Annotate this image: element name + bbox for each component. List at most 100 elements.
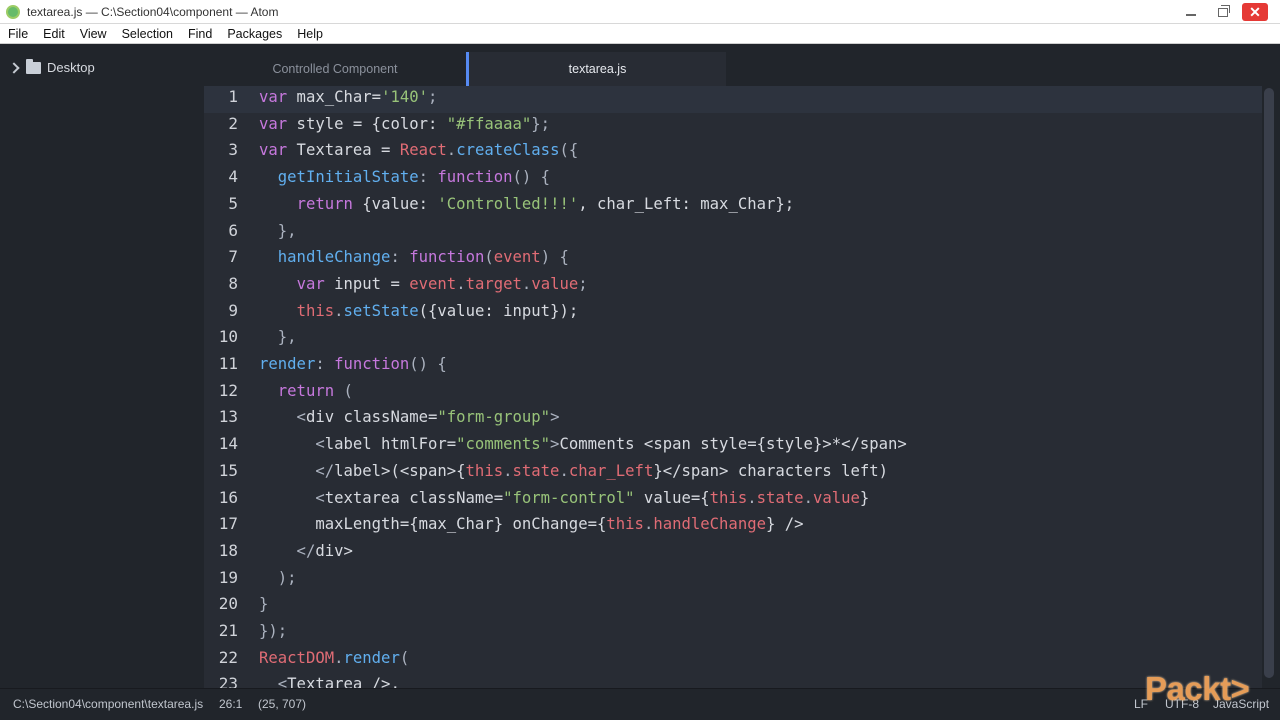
line-number[interactable]: 21 bbox=[219, 618, 238, 645]
code-token: . bbox=[521, 274, 532, 293]
minimize-button[interactable] bbox=[1178, 3, 1204, 21]
tab-textarea-js[interactable]: textarea.js bbox=[466, 52, 726, 86]
menu-packages[interactable]: Packages bbox=[225, 27, 284, 41]
code-token: ( bbox=[399, 648, 410, 667]
line-number[interactable]: 3 bbox=[228, 137, 238, 164]
line-number-gutter[interactable]: 1 2 3 4 5 6 7 8 9 10 11 12 13 14 15 16 17 18 19 20 21 22 23 bbox=[204, 86, 254, 688]
code-token: return bbox=[277, 381, 335, 400]
code-line[interactable]: this.setState({value: input}); bbox=[259, 298, 579, 325]
line-number[interactable]: 1 bbox=[228, 86, 238, 111]
code-token: var bbox=[259, 141, 288, 160]
code-line[interactable]: </label>(<span>{this.state.char_Left}</s… bbox=[259, 458, 888, 485]
menu-help[interactable]: Help bbox=[295, 27, 325, 41]
menu-file[interactable]: File bbox=[6, 27, 30, 41]
code-token: < bbox=[259, 435, 325, 454]
line-number[interactable]: 13 bbox=[219, 404, 238, 431]
code-line[interactable]: getInitialState: function() { bbox=[259, 164, 550, 191]
line-number[interactable]: 23 bbox=[219, 671, 238, 688]
code-token: ( bbox=[484, 248, 494, 267]
code-line[interactable]: }); bbox=[259, 618, 287, 645]
line-number[interactable]: 2 bbox=[228, 111, 238, 138]
status-cursor-position[interactable]: 26:1 bbox=[219, 697, 242, 711]
code-token: style = {color: bbox=[287, 114, 447, 133]
code-token: var bbox=[259, 88, 288, 106]
code-line[interactable]: var input = event.target.value; bbox=[259, 271, 588, 298]
code-token: React bbox=[399, 141, 447, 160]
line-number[interactable]: 17 bbox=[219, 511, 238, 538]
close-button[interactable]: ✕ bbox=[1242, 3, 1268, 21]
line-number[interactable]: 12 bbox=[219, 378, 238, 405]
code-token: . bbox=[559, 461, 569, 480]
code-line[interactable]: render: function() { bbox=[259, 351, 447, 378]
code-line[interactable]: <Textarea />, bbox=[259, 671, 400, 688]
code-token: < bbox=[259, 408, 306, 427]
line-number[interactable]: 11 bbox=[219, 351, 238, 378]
line-number[interactable]: 10 bbox=[219, 324, 238, 351]
status-coordinates: (25, 707) bbox=[258, 697, 307, 711]
code-line[interactable]: <textarea className="form-control" value… bbox=[259, 485, 869, 512]
code-line[interactable]: handleChange: function(event) { bbox=[259, 244, 569, 271]
code-line[interactable]: }, bbox=[259, 218, 297, 245]
vertical-scrollbar[interactable] bbox=[1262, 86, 1280, 688]
code-line[interactable]: <label htmlFor="comments">Comments <span… bbox=[259, 431, 906, 458]
line-number[interactable]: 14 bbox=[219, 431, 238, 458]
code-token: return bbox=[296, 194, 353, 213]
menu-edit[interactable]: Edit bbox=[41, 27, 67, 41]
line-number[interactable]: 6 bbox=[228, 218, 238, 245]
chevron-right-icon[interactable] bbox=[8, 61, 20, 74]
code-token: ; bbox=[428, 88, 438, 106]
tree-root-folder[interactable]: Desktop bbox=[8, 58, 95, 75]
code-token: textarea className= bbox=[324, 488, 504, 507]
maximize-button[interactable] bbox=[1210, 3, 1236, 21]
code-token: event bbox=[409, 274, 457, 293]
code-line[interactable]: var max_Char='140'; bbox=[259, 86, 437, 111]
line-number[interactable]: 9 bbox=[228, 298, 238, 325]
menu-view[interactable]: View bbox=[78, 27, 109, 41]
code-line[interactable]: return {value: 'Controlled!!!', char_Lef… bbox=[259, 191, 795, 218]
code-editor[interactable]: 1 2 3 4 5 6 7 8 9 10 11 12 13 14 15 16 17 18 19 20 21 22 23 va… bbox=[204, 86, 1262, 688]
code-line[interactable]: var style = {color: "#ffaaaa"}; bbox=[259, 111, 550, 138]
line-number[interactable]: 16 bbox=[219, 485, 238, 512]
line-number[interactable]: 18 bbox=[219, 538, 238, 565]
line-number[interactable]: 7 bbox=[228, 244, 238, 271]
line-number[interactable]: 20 bbox=[219, 591, 238, 618]
line-number[interactable]: 22 bbox=[219, 645, 238, 672]
code-token: function bbox=[409, 248, 485, 267]
code-lines[interactable]: var max_Char='140'; var style = {color: "… bbox=[259, 86, 1259, 688]
tab-controlled-component[interactable]: Controlled Component bbox=[204, 52, 466, 86]
code-line[interactable]: ); bbox=[259, 565, 297, 592]
code-token: function bbox=[334, 355, 410, 373]
code-line[interactable]: }, bbox=[259, 324, 297, 351]
code-line[interactable]: maxLength={max_Char} onChange={this.hand… bbox=[259, 511, 803, 538]
code-token: label htmlFor= bbox=[324, 435, 457, 454]
line-number[interactable]: 19 bbox=[219, 565, 238, 592]
menu-selection[interactable]: Selection bbox=[120, 27, 175, 41]
code-line[interactable]: ReactDOM.render( bbox=[259, 645, 409, 672]
code-token: : bbox=[315, 355, 335, 373]
line-number[interactable]: 5 bbox=[228, 191, 238, 218]
code-token: . bbox=[503, 461, 513, 480]
code-token: max_Char= bbox=[287, 88, 382, 106]
status-file-path[interactable]: C:\Section04\component\textarea.js bbox=[13, 697, 203, 711]
code-token: char_Left bbox=[568, 461, 654, 480]
close-icon: ✕ bbox=[1249, 4, 1261, 20]
scrollbar-thumb[interactable] bbox=[1264, 88, 1274, 678]
tree-root-label: Desktop bbox=[47, 60, 95, 75]
code-token: . bbox=[334, 648, 344, 667]
line-number[interactable]: 15 bbox=[219, 458, 238, 485]
code-token: } bbox=[259, 595, 269, 614]
code-line[interactable]: var Textarea = React.createClass({ bbox=[259, 137, 578, 164]
line-number[interactable]: 8 bbox=[228, 271, 238, 298]
code-line[interactable]: </div> bbox=[259, 538, 353, 565]
menu-bar: File Edit View Selection Find Packages H… bbox=[0, 24, 1280, 44]
tree-view-panel: Desktop bbox=[4, 52, 204, 688]
code-line[interactable]: } bbox=[259, 591, 268, 618]
code-line[interactable]: <div className="form-group"> bbox=[259, 404, 560, 431]
code-token: input = bbox=[324, 274, 410, 293]
menu-find[interactable]: Find bbox=[186, 27, 214, 41]
packt-watermark-logo: Packt> bbox=[1145, 670, 1250, 707]
code-token: div> bbox=[315, 541, 353, 560]
code-line[interactable]: return ( bbox=[259, 378, 353, 405]
code-token: }; bbox=[531, 114, 551, 133]
line-number[interactable]: 4 bbox=[228, 164, 238, 191]
